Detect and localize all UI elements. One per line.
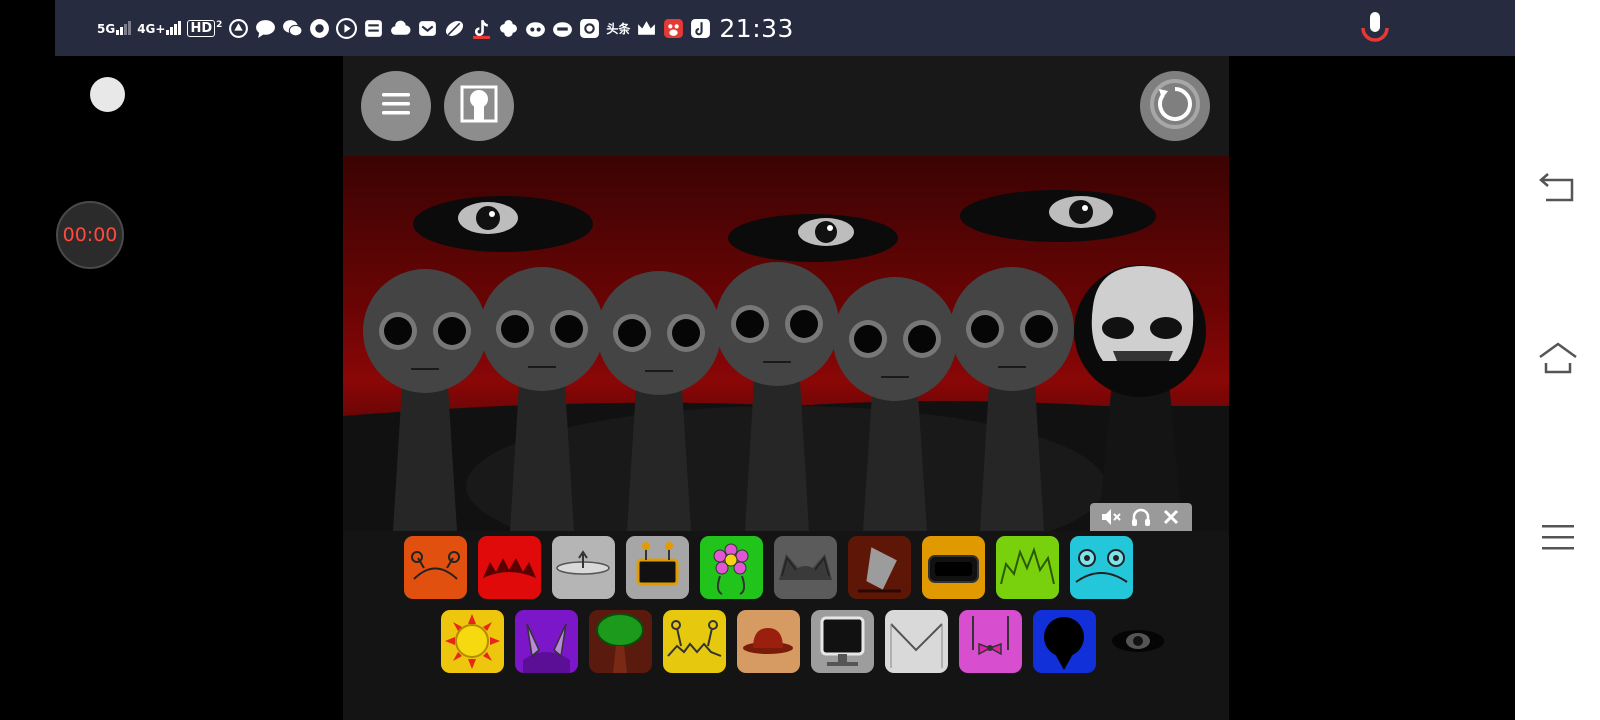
sound-tile-dark-eye[interactable] [1107,610,1170,673]
robot-icon [525,18,546,39]
game-toolbar [343,56,1229,156]
sound-tile-gray-robot[interactable] [626,536,689,599]
news-icon [363,18,384,39]
sound-tile-purple-horns[interactable] [515,610,578,673]
navigation-bar [1515,0,1600,720]
message-icon [255,18,276,39]
sound-tile-cyan-bear[interactable] [1070,536,1133,599]
reset-button[interactable] [1140,71,1210,141]
sound-tile-lime-zigzag[interactable] [996,536,1059,599]
signal-bars-icon [166,21,182,35]
status-bar: 5G 4G+ HD 2 头条 21:33 [55,0,1515,56]
pinwheel-icon [498,18,519,39]
mail-icon [417,18,438,39]
sound-tile-red-spikes[interactable] [478,536,541,599]
recents-button[interactable] [1535,516,1581,562]
status-left: 5G 4G+ HD 2 头条 21:33 [97,0,794,56]
game-area [343,56,1229,720]
character-icon [459,84,499,128]
toutiao-icon: 头条 [606,21,631,36]
signal-4g: 4G+ [137,21,182,36]
home-icon [1537,341,1579,379]
video-icon [336,17,358,39]
recording-timer[interactable]: 00:00 [56,201,124,269]
character-audio-controls [1090,503,1192,531]
reset-icon [1150,79,1200,133]
performance-stage [343,156,1229,531]
close-icon[interactable] [1160,506,1182,528]
sound-tile-orange-antenna[interactable] [404,536,467,599]
sound-tile-gray-dish[interactable] [552,536,615,599]
sound-tile-green-flower[interactable] [700,536,763,599]
feather-icon [444,18,465,39]
signal-label: 4G+ [137,22,166,36]
signal-label: 5G [97,22,116,36]
character-button[interactable] [444,71,514,141]
clock: 21:33 [719,13,794,43]
mute-icon[interactable] [1100,506,1122,528]
tiktok-icon [471,18,492,39]
sound-tile-green-tree[interactable] [589,610,652,673]
menu-icon [380,90,412,122]
floating-assist-button[interactable] [90,77,125,112]
microphone-icon[interactable] [1355,8,1395,48]
back-icon [1538,170,1578,208]
cloud-icon [390,18,411,39]
floating-eye-3 [960,190,1156,242]
hd-label: HD [187,19,216,37]
browser-icon [309,18,330,39]
menu-button[interactable] [361,71,431,141]
sound-tile-blue-ball[interactable] [1033,610,1096,673]
at-icon [579,18,600,39]
back-button[interactable] [1535,166,1581,212]
headphones-icon[interactable] [1130,506,1152,528]
douyin-icon [690,18,711,39]
sound-tile-tan-hat[interactable] [737,610,800,673]
sound-tile-gray-horns[interactable] [774,536,837,599]
sound-tile-yellow-sun[interactable] [441,610,504,673]
recents-icon [1540,522,1576,556]
sound-tile-white-envelope[interactable] [885,610,948,673]
signal-5g: 5G [97,21,132,36]
sound-tile-brown-cup[interactable] [848,536,911,599]
floating-eye-1 [413,196,593,252]
signal-bars-icon [116,21,132,35]
sound-tile-pink-bow[interactable] [959,610,1022,673]
crown-icon [636,18,657,39]
hd-badge: HD 2 [187,19,223,37]
floating-eye-2 [728,214,898,262]
sound-tile-yellow-antenna[interactable] [663,610,726,673]
rotate-icon [228,18,249,39]
baidu-icon [663,18,684,39]
wechat-icon [282,18,303,39]
home-button[interactable] [1535,337,1581,383]
sound-tile-gray-monitor[interactable] [811,610,874,673]
robot-icon [552,18,573,39]
hd-sub: 2 [216,19,223,30]
sound-tile-yellow-visor[interactable] [922,536,985,599]
